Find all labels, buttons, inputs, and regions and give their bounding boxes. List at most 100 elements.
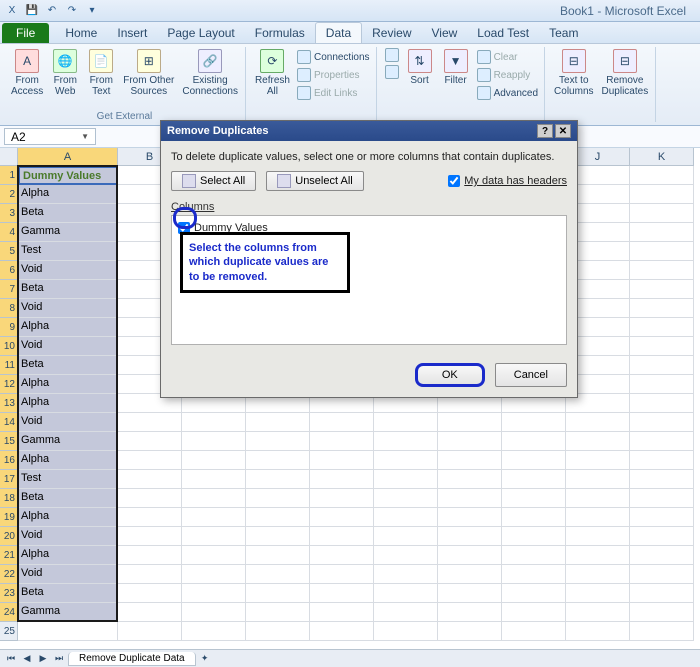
connections-button[interactable]: Connections xyxy=(295,49,372,65)
cell[interactable] xyxy=(246,508,310,527)
cell[interactable] xyxy=(118,622,182,641)
cell[interactable] xyxy=(630,470,694,489)
cell[interactable] xyxy=(246,432,310,451)
cell[interactable]: Void xyxy=(18,299,118,318)
remove-duplicates-button[interactable]: ⊟Remove Duplicates xyxy=(599,47,652,99)
cell[interactable] xyxy=(630,413,694,432)
cell[interactable] xyxy=(502,565,566,584)
cell[interactable] xyxy=(566,489,630,508)
cell[interactable] xyxy=(246,470,310,489)
cell[interactable] xyxy=(630,546,694,565)
cell[interactable] xyxy=(310,413,374,432)
cell[interactable] xyxy=(246,413,310,432)
sheet-nav-last-icon[interactable]: ⏭ xyxy=(52,652,66,666)
cell[interactable] xyxy=(310,432,374,451)
row-header[interactable]: 10 xyxy=(0,337,18,356)
text-to-columns-button[interactable]: ⊟Text to Columns xyxy=(551,47,596,99)
cell[interactable] xyxy=(630,432,694,451)
file-tab[interactable]: File xyxy=(2,23,49,43)
cell[interactable] xyxy=(438,413,502,432)
row-header[interactable]: 17 xyxy=(0,470,18,489)
tab-review[interactable]: Review xyxy=(362,23,421,43)
sheet-nav-prev-icon[interactable]: ◀ xyxy=(20,652,34,666)
cell[interactable] xyxy=(566,527,630,546)
cell[interactable] xyxy=(374,489,438,508)
cell[interactable] xyxy=(310,622,374,641)
row-header[interactable]: 2 xyxy=(0,185,18,204)
cell[interactable] xyxy=(630,299,694,318)
cell[interactable] xyxy=(246,565,310,584)
cell[interactable]: Alpha xyxy=(18,508,118,527)
cell[interactable] xyxy=(374,565,438,584)
cell[interactable] xyxy=(310,603,374,622)
undo-icon[interactable]: ↶ xyxy=(44,3,60,19)
close-icon[interactable]: ✕ xyxy=(555,124,571,138)
cell[interactable] xyxy=(630,204,694,223)
row-header[interactable]: 8 xyxy=(0,299,18,318)
cell[interactable]: Alpha xyxy=(18,451,118,470)
cell[interactable] xyxy=(182,584,246,603)
cell[interactable] xyxy=(438,508,502,527)
from-other-button[interactable]: ⊞From Other Sources xyxy=(120,47,177,99)
cell[interactable] xyxy=(566,470,630,489)
cell[interactable] xyxy=(246,603,310,622)
cell[interactable] xyxy=(310,489,374,508)
cell[interactable] xyxy=(438,432,502,451)
cell[interactable] xyxy=(502,432,566,451)
excel-icon[interactable]: X xyxy=(4,3,20,19)
cell[interactable]: Gamma xyxy=(18,223,118,242)
row-header[interactable]: 16 xyxy=(0,451,18,470)
cell[interactable] xyxy=(438,622,502,641)
row-header[interactable]: 6 xyxy=(0,261,18,280)
cell[interactable] xyxy=(118,432,182,451)
cell[interactable] xyxy=(438,546,502,565)
row-header[interactable]: 21 xyxy=(0,546,18,565)
row-header[interactable]: 14 xyxy=(0,413,18,432)
cell[interactable] xyxy=(310,584,374,603)
redo-icon[interactable]: ↷ xyxy=(64,3,80,19)
cell[interactable] xyxy=(438,527,502,546)
advanced-button[interactable]: Advanced xyxy=(475,85,540,101)
cell[interactable] xyxy=(374,584,438,603)
cell[interactable] xyxy=(374,432,438,451)
cell[interactable] xyxy=(630,356,694,375)
cell[interactable]: Void xyxy=(18,337,118,356)
tab-load-test[interactable]: Load Test xyxy=(467,23,539,43)
select-all-corner[interactable] xyxy=(0,148,18,166)
cell[interactable] xyxy=(630,584,694,603)
cell[interactable] xyxy=(502,527,566,546)
cell[interactable] xyxy=(438,603,502,622)
cell[interactable] xyxy=(630,223,694,242)
cell[interactable] xyxy=(246,622,310,641)
cell[interactable] xyxy=(246,546,310,565)
cell[interactable] xyxy=(630,603,694,622)
sheet-nav-first-icon[interactable]: ⏮ xyxy=(4,652,18,666)
cell[interactable] xyxy=(118,584,182,603)
cell[interactable] xyxy=(630,375,694,394)
row-header[interactable]: 12 xyxy=(0,375,18,394)
cell[interactable] xyxy=(246,451,310,470)
cell[interactable] xyxy=(246,527,310,546)
qat-more-icon[interactable]: ▾ xyxy=(84,3,100,19)
column-header[interactable]: A xyxy=(18,148,118,166)
row-header[interactable]: 22 xyxy=(0,565,18,584)
cell[interactable] xyxy=(630,166,694,185)
cell[interactable] xyxy=(566,508,630,527)
cell[interactable] xyxy=(502,489,566,508)
row-header[interactable]: 9 xyxy=(0,318,18,337)
row-header[interactable]: 4 xyxy=(0,223,18,242)
cell[interactable] xyxy=(182,432,246,451)
sheet-tab[interactable]: Remove Duplicate Data xyxy=(68,652,196,666)
cell[interactable] xyxy=(502,622,566,641)
cell[interactable] xyxy=(438,489,502,508)
cell[interactable] xyxy=(630,185,694,204)
refresh-all-button[interactable]: ⟳Refresh All xyxy=(252,47,293,101)
cell[interactable] xyxy=(438,470,502,489)
cell[interactable] xyxy=(182,622,246,641)
cell[interactable] xyxy=(182,565,246,584)
help-icon[interactable]: ? xyxy=(537,124,553,138)
cell[interactable] xyxy=(630,261,694,280)
cell[interactable] xyxy=(630,489,694,508)
cell[interactable] xyxy=(566,565,630,584)
cell[interactable]: Alpha xyxy=(18,546,118,565)
